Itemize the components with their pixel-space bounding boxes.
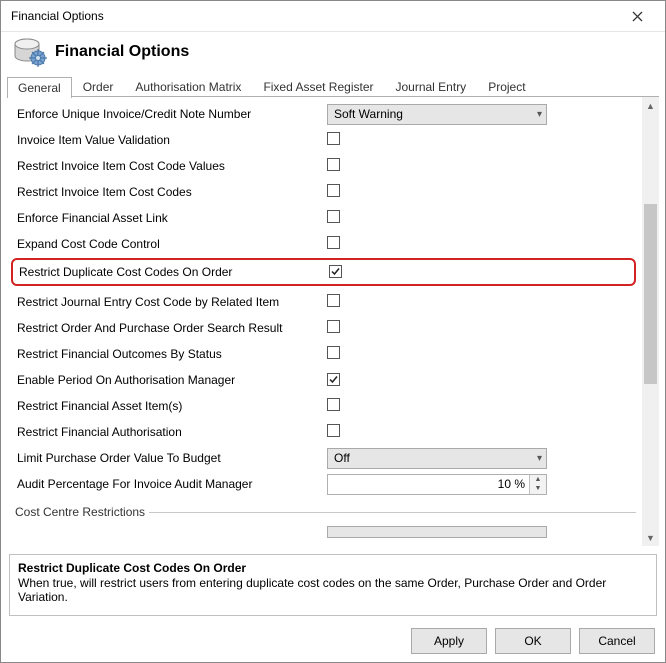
- option-row: Restrict Financial Asset Item(s): [13, 393, 636, 419]
- tab-label: Journal Entry: [395, 80, 466, 94]
- option-row: Enforce Financial Asset Link: [13, 205, 636, 231]
- tab-authorisation-matrix[interactable]: Authorisation Matrix: [124, 76, 252, 97]
- option-row: Restrict Order And Purchase Order Search…: [13, 315, 636, 341]
- option-row: Restrict Financial Authorisation: [13, 419, 636, 445]
- tab-label: General: [18, 81, 61, 95]
- scroll-down-icon[interactable]: ▼: [642, 529, 659, 546]
- tab-content-general: Enforce Unique Invoice/Credit Note Numbe…: [7, 97, 642, 546]
- group-label-text: Cost Centre Restrictions: [13, 505, 149, 519]
- combo-enforce-unique-invoice[interactable]: Soft Warning ▾: [327, 104, 547, 125]
- tab-label: Fixed Asset Register: [263, 80, 373, 94]
- option-label: Limit Purchase Order Value To Budget: [13, 451, 327, 465]
- option-label: Restrict Order And Purchase Order Search…: [13, 321, 327, 335]
- option-row: Enforce Unique Invoice/Credit Note Numbe…: [13, 101, 636, 127]
- combo-value: Off: [334, 451, 350, 465]
- scroll-up-icon[interactable]: ▲: [642, 97, 659, 114]
- apply-button[interactable]: Apply: [411, 628, 487, 654]
- option-row: Restrict Invoice Item Cost Code Values: [13, 153, 636, 179]
- tab-fixed-asset-register[interactable]: Fixed Asset Register: [252, 76, 384, 97]
- vertical-scrollbar[interactable]: ▲ ▼: [642, 97, 659, 546]
- option-control: Soft Warning ▾: [327, 104, 636, 125]
- tab-order[interactable]: Order: [72, 76, 125, 97]
- chevron-down-icon: ▾: [537, 109, 542, 120]
- combo-limit-po-value-budget[interactable]: Off ▾: [327, 448, 547, 469]
- option-label: Restrict Duplicate Cost Codes On Order: [15, 265, 329, 279]
- tab-project[interactable]: Project: [477, 76, 536, 97]
- option-row: Restrict Financial Outcomes By Status: [13, 341, 636, 367]
- option-row: Restrict Journal Entry Cost Code by Rela…: [13, 289, 636, 315]
- checkbox-restrict-journal-entry-cost-code[interactable]: [327, 294, 340, 307]
- option-row: Audit Percentage For Invoice Audit Manag…: [13, 471, 636, 497]
- tab-journal-entry[interactable]: Journal Entry: [384, 76, 477, 97]
- option-row: Restrict Invoice Item Cost Codes: [13, 179, 636, 205]
- chevron-down-icon: ▾: [537, 453, 542, 464]
- option-label: Enforce Financial Asset Link: [13, 211, 327, 225]
- option-row: Expand Cost Code Control: [13, 231, 636, 257]
- option-label: Restrict Invoice Item Cost Code Values: [13, 159, 327, 173]
- group-divider: [149, 512, 636, 513]
- option-row: Invoice Item Value Validation: [13, 127, 636, 153]
- tab-general[interactable]: General: [7, 77, 72, 98]
- description-panel: Restrict Duplicate Cost Codes On Order W…: [9, 554, 657, 616]
- dialog-header: Financial Options: [1, 32, 665, 76]
- button-label: Apply: [434, 634, 464, 648]
- checkbox-restrict-invoice-cost-codes[interactable]: [327, 184, 340, 197]
- option-label: Restrict Financial Authorisation: [13, 425, 327, 439]
- scrollbar-thumb[interactable]: [644, 204, 657, 384]
- checkbox-expand-cost-code-control[interactable]: [327, 236, 340, 249]
- dialog-window: Financial Options Financial Options: [0, 0, 666, 663]
- description-body: When true, will restrict users from ente…: [18, 576, 648, 604]
- content-area: Enforce Unique Invoice/Credit Note Numbe…: [7, 97, 659, 546]
- close-icon: [632, 11, 643, 22]
- option-label: Restrict Invoice Item Cost Codes: [13, 185, 327, 199]
- close-button[interactable]: [617, 1, 657, 31]
- group-cost-centre-restrictions: Cost Centre Restrictions: [13, 503, 636, 521]
- titlebar: Financial Options: [1, 1, 665, 32]
- spin-buttons: ▲ ▼: [529, 475, 546, 494]
- checkbox-restrict-financial-asset-items[interactable]: [327, 398, 340, 411]
- ok-button[interactable]: OK: [495, 628, 571, 654]
- description-title: Restrict Duplicate Cost Codes On Order: [18, 561, 648, 575]
- combo-truncated[interactable]: [327, 526, 547, 538]
- window-title: Financial Options: [11, 9, 104, 23]
- option-label: Audit Percentage For Invoice Audit Manag…: [13, 477, 327, 491]
- option-label: Restrict Journal Entry Cost Code by Rela…: [13, 295, 327, 309]
- checkbox-restrict-invoice-cost-code-values[interactable]: [327, 158, 340, 171]
- database-gear-icon: [13, 36, 47, 68]
- checkbox-enable-period-auth-manager[interactable]: [327, 373, 340, 386]
- checkbox-restrict-financial-authorisation[interactable]: [327, 424, 340, 437]
- option-label: Restrict Financial Asset Item(s): [13, 399, 327, 413]
- spin-down-icon[interactable]: ▼: [530, 484, 546, 494]
- tab-bar: General Order Authorisation Matrix Fixed…: [1, 76, 665, 97]
- option-label: Enforce Unique Invoice/Credit Note Numbe…: [13, 107, 327, 121]
- spin-up-icon[interactable]: ▲: [530, 475, 546, 485]
- button-label: OK: [524, 634, 541, 648]
- tab-label: Project: [488, 80, 525, 94]
- button-label: Cancel: [598, 634, 635, 648]
- cancel-button[interactable]: Cancel: [579, 628, 655, 654]
- option-label: Expand Cost Code Control: [13, 237, 327, 251]
- checkbox-restrict-order-search-result[interactable]: [327, 320, 340, 333]
- option-row: Limit Purchase Order Value To Budget Off…: [13, 445, 636, 471]
- scrollbar-track[interactable]: [642, 114, 659, 529]
- page-title: Financial Options: [55, 43, 189, 61]
- option-row: Enable Period On Authorisation Manager: [13, 367, 636, 393]
- option-label: Invoice Item Value Validation: [13, 133, 327, 147]
- truncated-row: [13, 521, 636, 539]
- option-label: Enable Period On Authorisation Manager: [13, 373, 327, 387]
- checkbox-invoice-item-value-validation[interactable]: [327, 132, 340, 145]
- tab-label: Order: [83, 80, 114, 94]
- dialog-footer: Apply OK Cancel: [1, 620, 665, 662]
- checkbox-restrict-financial-outcomes[interactable]: [327, 346, 340, 359]
- spin-value: 10 %: [328, 477, 529, 491]
- option-row-highlighted: Restrict Duplicate Cost Codes On Order: [11, 258, 636, 286]
- combo-value: Soft Warning: [334, 107, 403, 121]
- checkbox-restrict-duplicate-cost-codes[interactable]: [329, 265, 342, 278]
- spin-audit-percentage[interactable]: 10 % ▲ ▼: [327, 474, 547, 495]
- tab-label: Authorisation Matrix: [135, 80, 241, 94]
- checkbox-enforce-financial-asset-link[interactable]: [327, 210, 340, 223]
- option-label: Restrict Financial Outcomes By Status: [13, 347, 327, 361]
